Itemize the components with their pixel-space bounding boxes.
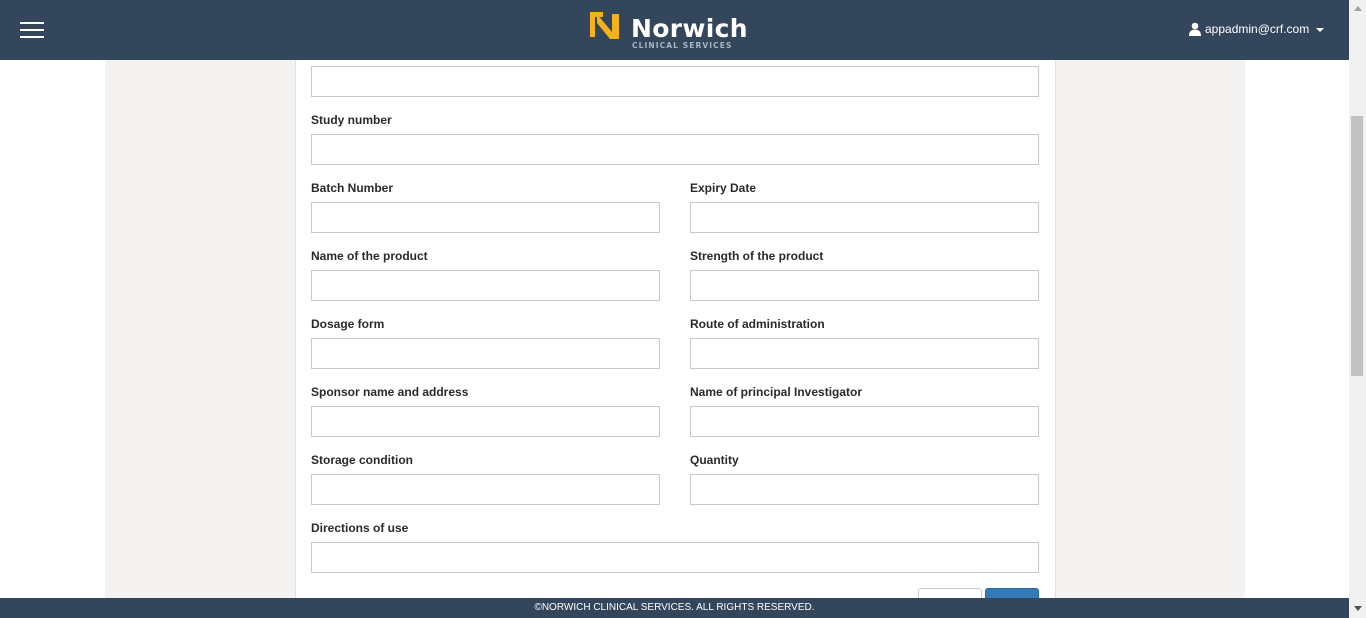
norwich-logo-icon — [590, 12, 619, 39]
study-number-label: Study number — [311, 113, 392, 127]
product-strength-input[interactable] — [690, 270, 1039, 301]
user-icon — [1189, 22, 1201, 36]
quantity-input[interactable] — [690, 474, 1039, 505]
sponsor-input[interactable] — [311, 406, 660, 437]
expiry-date-label: Expiry Date — [690, 181, 757, 195]
brand-name: Norwich — [631, 14, 748, 43]
sponsor-label: Sponsor name and address — [311, 385, 469, 399]
batch-number-input[interactable] — [311, 202, 660, 233]
product-name-label: Name of the product — [311, 249, 428, 263]
expiry-date-input[interactable] — [690, 202, 1039, 233]
study-number-input[interactable] — [311, 134, 1039, 165]
storage-condition-input[interactable] — [311, 474, 660, 505]
hamburger-menu-icon[interactable] — [20, 19, 44, 41]
dosage-form-label: Dosage form — [311, 317, 385, 331]
principal-investigator-input[interactable] — [690, 406, 1039, 437]
scroll-up-arrow-icon[interactable] — [1354, 6, 1362, 11]
product-name-input[interactable] — [311, 270, 660, 301]
scrollbar-thumb[interactable] — [1351, 116, 1363, 376]
copyright-text: ©NORWICH CLINICAL SERVICES. ALL RIGHTS R… — [534, 602, 815, 613]
quantity-label: Quantity — [690, 453, 739, 467]
directions-of-use-label: Directions of use — [311, 521, 409, 535]
scroll-down-arrow-icon[interactable] — [1354, 606, 1362, 611]
brand-subtitle: CLINICAL SERVICES — [632, 41, 733, 50]
dosage-form-input[interactable] — [311, 338, 660, 369]
chevron-down-icon — [1316, 28, 1325, 32]
route-of-administration-input[interactable] — [690, 338, 1039, 369]
principal-investigator-label: Name of principal Investigator — [690, 385, 863, 399]
top-navbar: Norwich CLINICAL SERVICES appadmin@crf.c… — [0, 0, 1349, 60]
previous-field-input[interactable] — [311, 66, 1039, 97]
route-of-administration-label: Route of administration — [690, 317, 825, 331]
vertical-scrollbar[interactable] — [1349, 0, 1366, 618]
page-footer: ©NORWICH CLINICAL SERVICES. ALL RIGHTS R… — [0, 598, 1349, 618]
batch-number-label: Batch Number — [311, 181, 394, 195]
storage-condition-label: Storage condition — [311, 453, 413, 467]
user-menu-dropdown[interactable]: appadmin@crf.com — [1189, 20, 1325, 38]
brand-logo[interactable]: Norwich CLINICAL SERVICES — [588, 8, 768, 54]
product-strength-label: Strength of the product — [690, 249, 824, 263]
user-email: appadmin@crf.com — [1205, 22, 1310, 36]
directions-of-use-input[interactable] — [311, 542, 1039, 573]
